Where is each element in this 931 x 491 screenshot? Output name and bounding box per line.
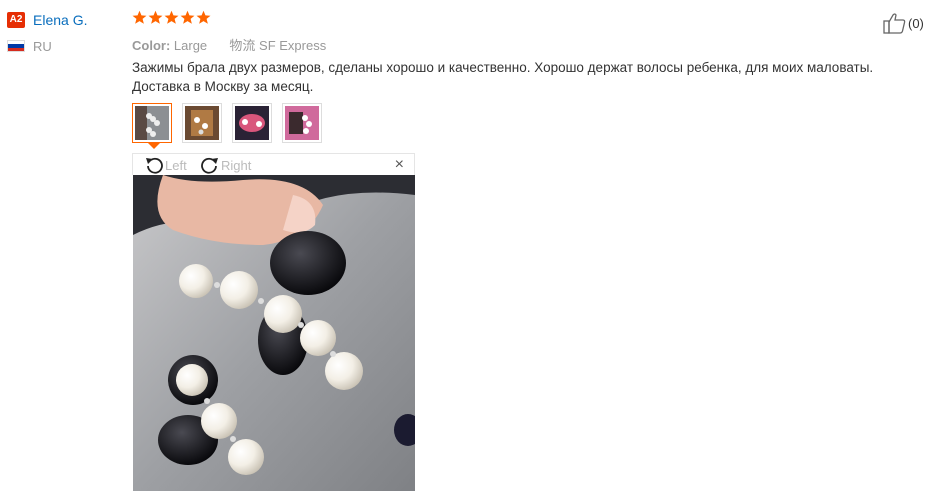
russia-flag-icon — [7, 40, 25, 52]
star-icon — [196, 10, 211, 24]
rotate-right-icon — [201, 157, 218, 174]
reviewer-country: RU — [33, 39, 52, 54]
rotate-left-button[interactable]: Left — [143, 155, 187, 175]
rotate-left-icon — [146, 157, 163, 174]
brown-clip-thumbnail-image — [185, 106, 219, 140]
helpful-count: (0) — [908, 15, 924, 31]
shipping-method: 物流 SF Express — [229, 38, 327, 53]
reviewer-name[interactable]: Elena G. — [33, 12, 87, 28]
star-icon — [164, 10, 179, 24]
color-value: Large — [173, 38, 208, 53]
image-viewer-toolbar: Left Right × — [132, 153, 415, 175]
pearl-clip-thumbnail-image — [135, 106, 169, 140]
pearl-pink-thumbnail-image — [285, 106, 319, 140]
color-label: Color: — [132, 38, 171, 53]
order-meta: Color: Large 物流 SF Express — [132, 35, 326, 54]
star-icon — [148, 10, 163, 24]
rotate-right-button[interactable]: Right — [199, 155, 251, 175]
thumbnail-3[interactable] — [232, 103, 272, 143]
reviewer-level-badge: A2 — [7, 12, 25, 28]
photo-thumbnails — [132, 103, 322, 149]
pearl-hair-clip-photo — [133, 175, 415, 491]
close-viewer-button[interactable]: × — [395, 156, 404, 174]
star-icon — [180, 10, 195, 24]
review-text: Зажимы брала двух размеров, сделаны хоро… — [132, 60, 874, 94]
rating-stars — [132, 10, 211, 25]
star-icon — [132, 10, 147, 24]
thumbnail-2[interactable] — [182, 103, 222, 143]
rotate-right-label: Right — [221, 157, 252, 173]
rotate-left-label: Left — [165, 157, 187, 173]
thumbs-up-icon — [883, 13, 906, 34]
helpful-button[interactable]: (0) — [883, 12, 924, 34]
thumbnail-4[interactable] — [282, 103, 322, 143]
thumbnail-1[interactable] — [132, 103, 172, 149]
review-photo[interactable] — [133, 175, 415, 491]
pink-clip-thumbnail-image — [235, 106, 269, 140]
